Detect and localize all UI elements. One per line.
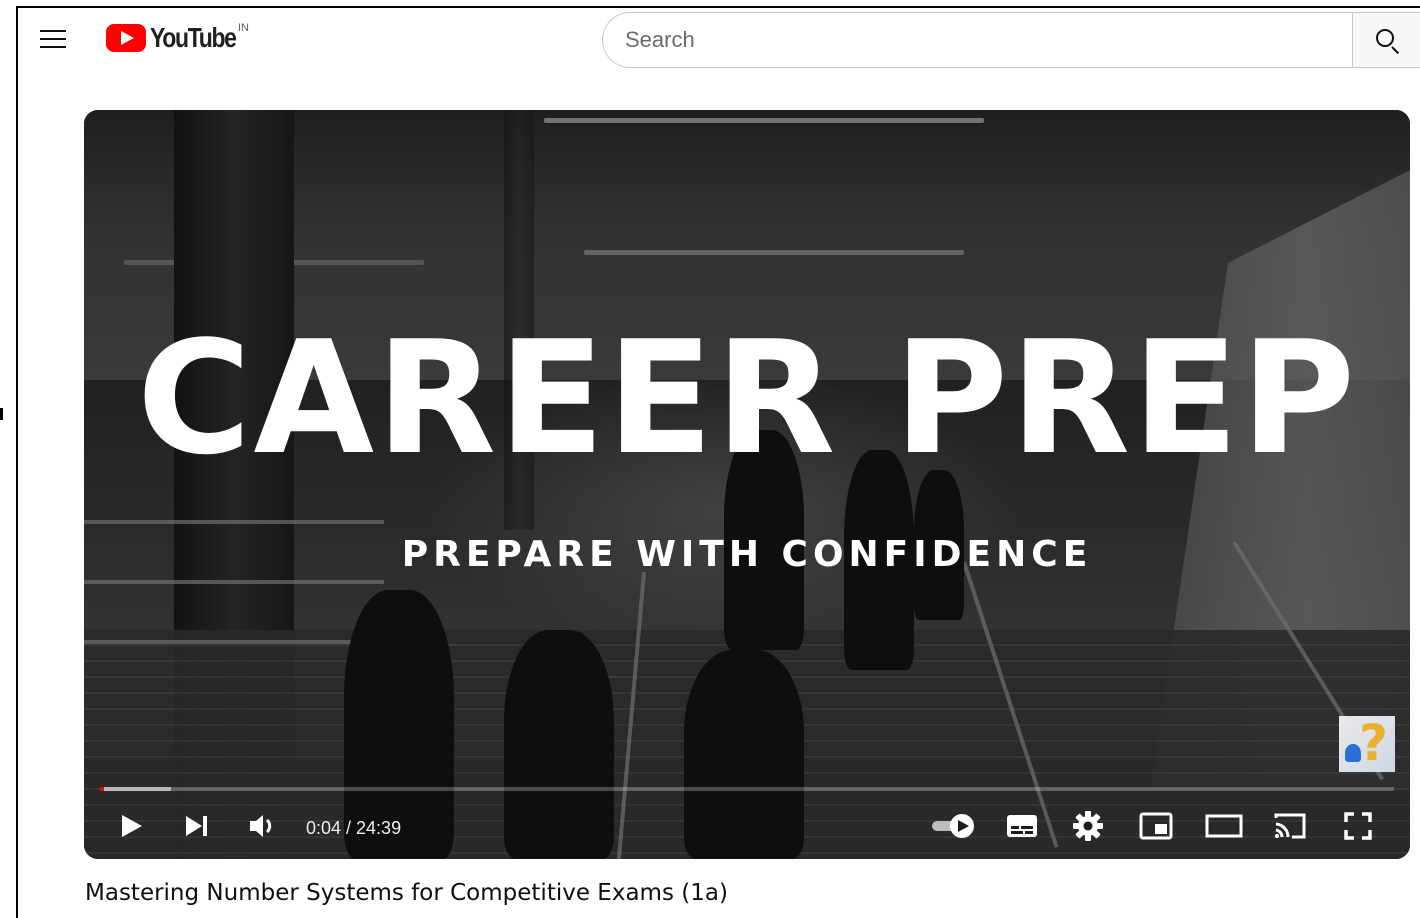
youtube-play-logo-icon bbox=[106, 24, 146, 52]
volume-icon bbox=[250, 815, 272, 837]
settings-gear-icon bbox=[1073, 811, 1103, 841]
autoplay-toggle-icon bbox=[932, 814, 974, 838]
search-icon bbox=[1376, 29, 1394, 47]
mute-button[interactable] bbox=[242, 806, 282, 846]
subtitles-icon bbox=[1007, 815, 1037, 837]
channel-branding-watermark[interactable]: ? bbox=[1339, 714, 1395, 772]
next-icon bbox=[186, 816, 207, 836]
cast-icon bbox=[1274, 813, 1306, 839]
theater-mode-button[interactable] bbox=[1204, 806, 1244, 846]
progress-bar[interactable] bbox=[100, 787, 1394, 791]
next-button[interactable] bbox=[176, 806, 216, 846]
country-code: IN bbox=[238, 22, 249, 34]
subtitles-button[interactable] bbox=[1002, 806, 1042, 846]
play-button[interactable] bbox=[110, 806, 150, 846]
search-box bbox=[602, 12, 1420, 68]
masthead: YouTube IN bbox=[18, 8, 1420, 70]
time-display: 0:04 / 24:39 bbox=[306, 818, 402, 838]
fullscreen-button[interactable] bbox=[1338, 806, 1378, 846]
menu-icon[interactable] bbox=[40, 26, 70, 52]
video-title: Mastering Number Systems for Competitive… bbox=[85, 880, 728, 906]
theater-mode-icon bbox=[1205, 814, 1243, 838]
miniplayer-icon bbox=[1139, 812, 1173, 840]
progress-buffered bbox=[100, 787, 171, 791]
question-mark-icon: ? bbox=[1359, 714, 1389, 772]
player-controls: 0:04 / 24:39 bbox=[84, 800, 1410, 850]
browser-viewport: YouTube IN Search CAREER PREP PREPARE WI… bbox=[16, 6, 1420, 918]
video-player[interactable]: CAREER PREP PREPARE WITH CONFIDENCE ? 0:… bbox=[84, 110, 1410, 859]
progress-played bbox=[100, 787, 104, 791]
play-icon bbox=[122, 815, 142, 837]
overlay-title: CAREER PREP bbox=[136, 307, 1358, 489]
youtube-logo[interactable]: YouTube IN bbox=[106, 22, 254, 56]
settings-button[interactable] bbox=[1068, 806, 1108, 846]
overlay-subtitle: PREPARE WITH CONFIDENCE bbox=[401, 534, 1093, 575]
logo-wordmark: YouTube bbox=[150, 22, 237, 53]
miniplayer-button[interactable] bbox=[1136, 806, 1176, 846]
autoplay-toggle[interactable] bbox=[930, 806, 980, 846]
search-input[interactable] bbox=[602, 12, 1354, 68]
fullscreen-icon bbox=[1344, 812, 1372, 840]
search-button[interactable] bbox=[1352, 12, 1420, 68]
cast-button[interactable] bbox=[1270, 806, 1310, 846]
left-edge-mark bbox=[0, 408, 3, 420]
